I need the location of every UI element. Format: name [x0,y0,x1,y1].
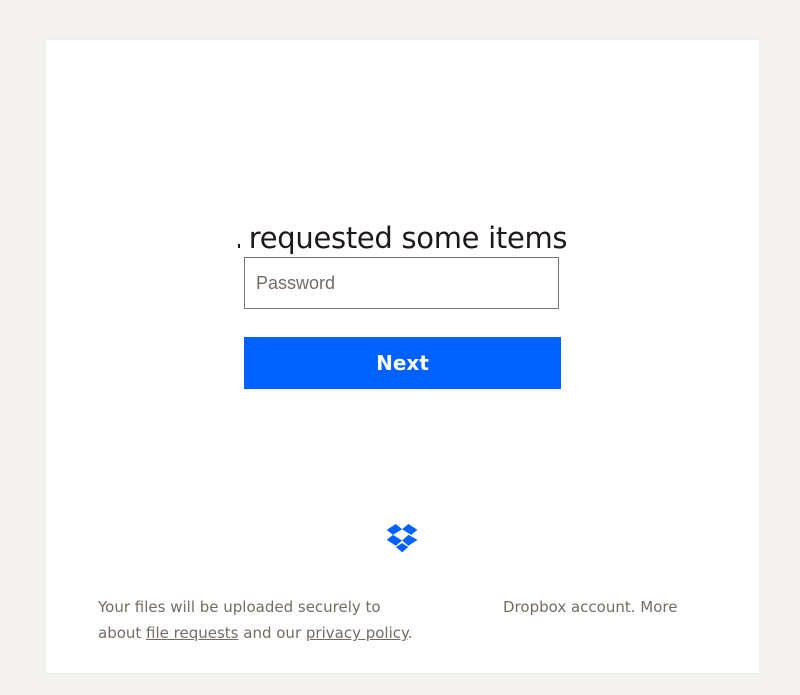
next-button[interactable]: Next [244,337,561,389]
file-requests-link[interactable]: file requests [146,624,238,642]
heading-mark [238,221,241,255]
footer-line-2: about file requests and our privacy poli… [98,620,438,646]
password-input[interactable] [244,257,559,309]
footer-about-text: about [98,624,147,642]
page-title-text: requested some items [248,221,568,255]
dropbox-logo-icon [386,524,418,553]
file-request-card: requested some items Next Your files wil… [46,40,759,673]
privacy-policy-link[interactable]: privacy policy [306,624,408,642]
footer-account-text: Dropbox account. More [503,598,678,616]
page-title: requested some items [46,221,759,255]
footer-disclaimer: Your files will be uploaded securely to … [98,594,438,646]
footer-and-our-text: and our [238,624,306,642]
footer-period: . [407,624,413,642]
footer-line-1: Your files will be uploaded securely to [98,598,381,616]
